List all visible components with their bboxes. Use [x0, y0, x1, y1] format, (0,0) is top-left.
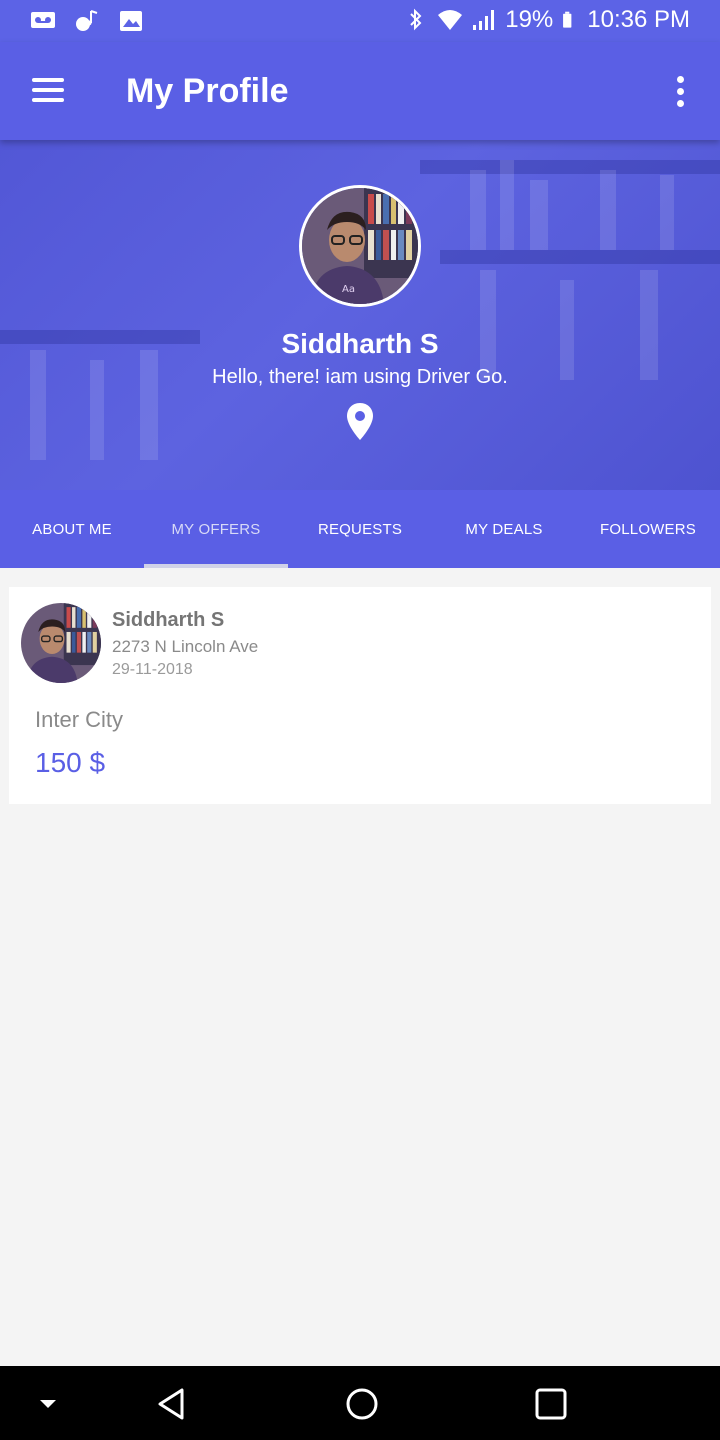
- bluetooth-icon: [410, 8, 422, 31]
- page-title: My Profile: [126, 72, 289, 110]
- background-shelf: [440, 250, 720, 264]
- recents-icon[interactable]: [531, 1384, 571, 1424]
- profile-header: Aa Siddharth S Hello, there! iam using D…: [0, 140, 720, 490]
- background-book: [530, 180, 548, 250]
- offer-card[interactable]: Siddharth S 2273 N Lincoln Ave 29-11-201…: [9, 587, 711, 804]
- home-icon[interactable]: [342, 1384, 382, 1424]
- background-book: [480, 270, 496, 380]
- back-icon[interactable]: [152, 1384, 192, 1424]
- wifi-icon: [438, 10, 463, 30]
- voicemail-icon: [31, 12, 55, 28]
- svg-text:Aa: Aa: [342, 284, 355, 295]
- location-pin-icon[interactable]: [345, 402, 375, 442]
- more-vert-icon[interactable]: [660, 70, 700, 114]
- tab-my-offers[interactable]: MY OFFERS: [144, 490, 288, 568]
- background-book: [600, 170, 616, 250]
- background-book: [660, 175, 674, 250]
- menu-icon[interactable]: [26, 70, 72, 110]
- profile-name: Siddharth S: [281, 328, 439, 359]
- avatar: [21, 603, 101, 683]
- status-bar: 19% 10:36 PM: [0, 0, 720, 42]
- background-book: [640, 270, 658, 380]
- tab-requests[interactable]: REQUESTS: [288, 490, 432, 568]
- system-nav-bar: [0, 1366, 720, 1440]
- battery-icon: [563, 11, 572, 28]
- profile-status-message: Hello, there! iam using Driver Go.: [212, 366, 508, 388]
- app-bar: My Profile: [0, 42, 720, 140]
- image-icon: [120, 11, 142, 31]
- offer-price: 150 $: [35, 747, 106, 778]
- tab-about-me[interactable]: ABOUT ME: [0, 490, 144, 568]
- profile-avatar[interactable]: Aa: [299, 185, 421, 307]
- background-shelf: [420, 160, 720, 174]
- offer-date: 29-11-2018: [112, 661, 193, 678]
- offer-address: 2273 N Lincoln Ave: [112, 637, 259, 656]
- offer-type: Inter City: [35, 707, 124, 732]
- clock: 10:36 PM: [587, 6, 690, 33]
- bluetooth-music-icon: [76, 10, 98, 31]
- tab-my-deals[interactable]: MY DEALS: [432, 490, 576, 568]
- background-book: [500, 160, 514, 250]
- signal-icon: [473, 10, 495, 30]
- battery-percent: 19%: [505, 6, 554, 33]
- background-book: [470, 170, 486, 250]
- tab-followers[interactable]: FOLLOWERS: [576, 490, 720, 568]
- profile-tabs: ABOUT ME MY OFFERS REQUESTS MY DEALS FOL…: [0, 490, 720, 568]
- offer-user-name: Siddharth S: [112, 609, 225, 631]
- hide-keyboard-icon[interactable]: [28, 1384, 68, 1424]
